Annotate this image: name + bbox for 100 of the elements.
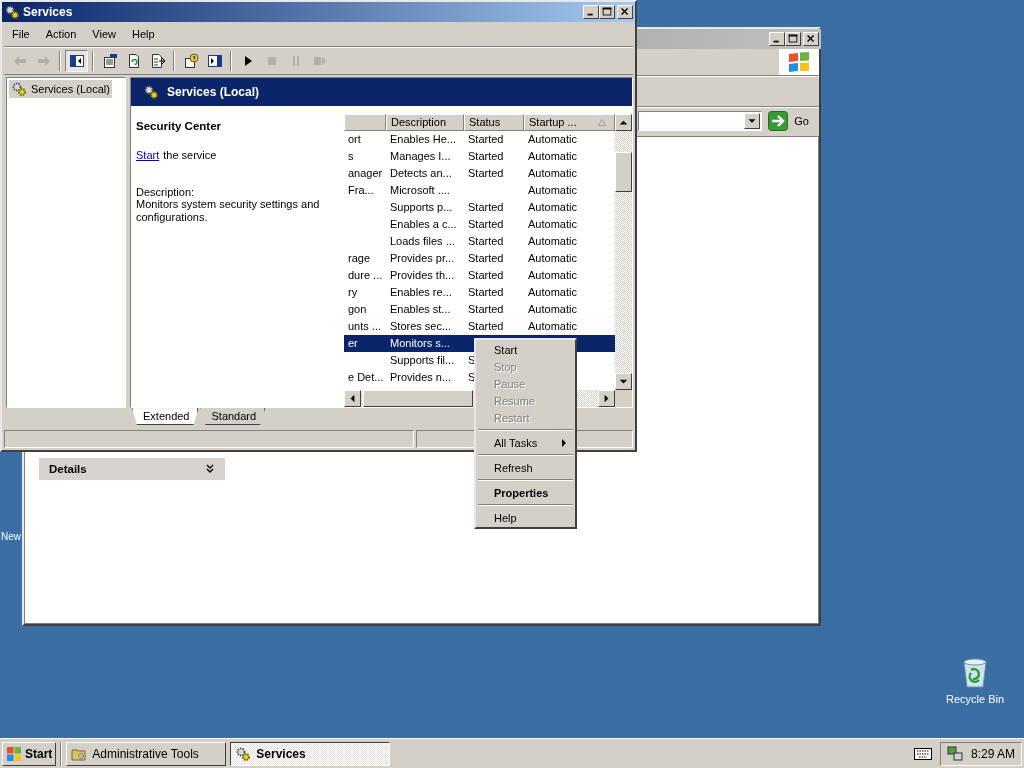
taskbar-button[interactable]: Administrative Tools	[66, 741, 227, 766]
start-button[interactable]: Start	[2, 741, 57, 766]
table-cell: Enables st...	[390, 303, 451, 315]
tree-item[interactable]: Services (Local)	[9, 79, 112, 98]
go-button[interactable]: Go	[766, 110, 811, 132]
service-name: Security Center	[136, 119, 222, 132]
table-cell: Automatic	[528, 133, 577, 145]
scroll-down-button[interactable]	[615, 373, 632, 391]
table-cell: Started	[468, 235, 504, 247]
table-cell: Enables a c...	[390, 218, 457, 230]
gears-icon	[4, 3, 20, 20]
table-cell: Started	[468, 133, 504, 145]
menu-item[interactable]: All Tasks	[477, 434, 574, 451]
sort-arrow-icon	[598, 118, 606, 126]
submenu-arrow-icon	[562, 438, 566, 447]
scroll-thumb[interactable]	[363, 390, 473, 408]
table-cell: anager	[348, 167, 383, 179]
column-header[interactable]	[344, 113, 386, 131]
menu-item[interactable]: Help	[123, 27, 163, 40]
close-button[interactable]	[617, 4, 633, 19]
windows-logo-icon	[787, 51, 811, 73]
table-cell: Started	[468, 167, 504, 179]
table-cell: Automatic	[528, 269, 577, 281]
action-text: the service	[163, 148, 217, 161]
minimize-button[interactable]	[583, 4, 599, 19]
table-cell: Started	[468, 201, 504, 213]
desktop-icon-label[interactable]: Recycle Bin	[945, 693, 1005, 705]
minimize-button[interactable]	[769, 32, 785, 46]
table-cell: Loads files ...	[390, 235, 455, 247]
chevron-down-icon[interactable]	[205, 464, 215, 474]
table-cell: Automatic	[528, 201, 577, 213]
table-cell: Automatic	[528, 167, 577, 179]
table-cell: ort	[348, 133, 361, 145]
table-cell: dure ...	[348, 269, 383, 281]
table-cell: Enables He...	[390, 133, 457, 145]
table-cell: Manages I...	[390, 150, 451, 162]
table-cell: s	[348, 150, 354, 162]
details-panel[interactable]: Details	[39, 458, 225, 480]
keyboard-icon[interactable]	[914, 747, 932, 760]
table-cell: Provides pr...	[390, 252, 455, 264]
menu-item[interactable]: Properties	[477, 484, 574, 501]
description-label: Description:	[136, 185, 196, 198]
close-button[interactable]	[803, 32, 819, 46]
maximize-button[interactable]	[599, 4, 615, 19]
table-cell: Automatic	[528, 303, 577, 315]
scroll-right-button[interactable]	[598, 390, 615, 408]
menu-item[interactable]: File	[4, 27, 38, 40]
menu-item[interactable]: Start	[477, 341, 574, 358]
table-cell: rage	[348, 252, 371, 264]
tab[interactable]: Extended	[132, 408, 199, 426]
pane-title: Services (Local)	[167, 84, 260, 99]
maximize-button[interactable]	[785, 32, 801, 46]
column-header[interactable]: Startup ...	[524, 113, 615, 131]
table-cell: e Det...	[348, 371, 384, 383]
column-header[interactable]: Description	[386, 113, 464, 131]
table-cell: Enables re...	[390, 286, 452, 298]
help-icon	[182, 52, 199, 69]
tab[interactable]: Standard	[200, 408, 266, 426]
vertical-scrollbar[interactable]	[615, 113, 632, 391]
panel-title: Details	[49, 463, 87, 475]
taskbar-button[interactable]: Services	[230, 741, 391, 766]
table-cell: Started	[468, 320, 504, 332]
scroll-thumb[interactable]	[615, 151, 632, 192]
menu-item[interactable]: Action	[37, 27, 85, 40]
network-icon[interactable]	[947, 745, 963, 762]
scroll-left-button[interactable]	[344, 390, 361, 408]
table-cell: Started	[468, 286, 504, 298]
table-cell: Fra...	[348, 184, 374, 196]
table-cell: Started	[468, 252, 504, 264]
menu-item[interactable]: View	[84, 27, 124, 40]
properties-icon	[101, 52, 118, 69]
menu-item[interactable]: Help	[477, 509, 574, 526]
table-cell: Started	[468, 269, 504, 281]
start-link[interactable]: Start	[136, 148, 160, 161]
table-cell: Supports fil...	[390, 354, 455, 366]
menu-item[interactable]: Refresh	[477, 459, 574, 476]
scrollbar-corner	[615, 390, 632, 408]
table-cell: Automatic	[528, 184, 577, 196]
recycle-bin-icon[interactable]	[960, 656, 990, 688]
scroll-up-button[interactable]	[615, 113, 632, 131]
table-cell: Detects an...	[390, 167, 452, 179]
table-cell: Automatic	[528, 286, 577, 298]
table-cell: Automatic	[528, 320, 577, 332]
table-cell: Automatic	[528, 150, 577, 162]
table-cell: Started	[468, 218, 504, 230]
address-field[interactable]	[638, 111, 763, 131]
table-cell: Automatic	[528, 252, 577, 264]
table-cell: Microsoft ....	[390, 184, 450, 196]
tree-pane-icon	[68, 52, 85, 69]
window-title: Services	[23, 4, 73, 19]
action-pane-icon	[206, 52, 223, 69]
table-cell: gon	[348, 303, 367, 315]
table-cell: Automatic	[528, 218, 577, 230]
desktop-icon-label[interactable]: New	[1, 531, 21, 542]
windows-flag-icon	[6, 745, 22, 762]
table-cell: Provides th...	[390, 269, 455, 281]
column-header[interactable]: Status	[464, 113, 524, 131]
table-cell: ry	[348, 286, 358, 298]
table-cell: Monitors s...	[390, 337, 450, 349]
table-cell: er	[348, 337, 358, 349]
